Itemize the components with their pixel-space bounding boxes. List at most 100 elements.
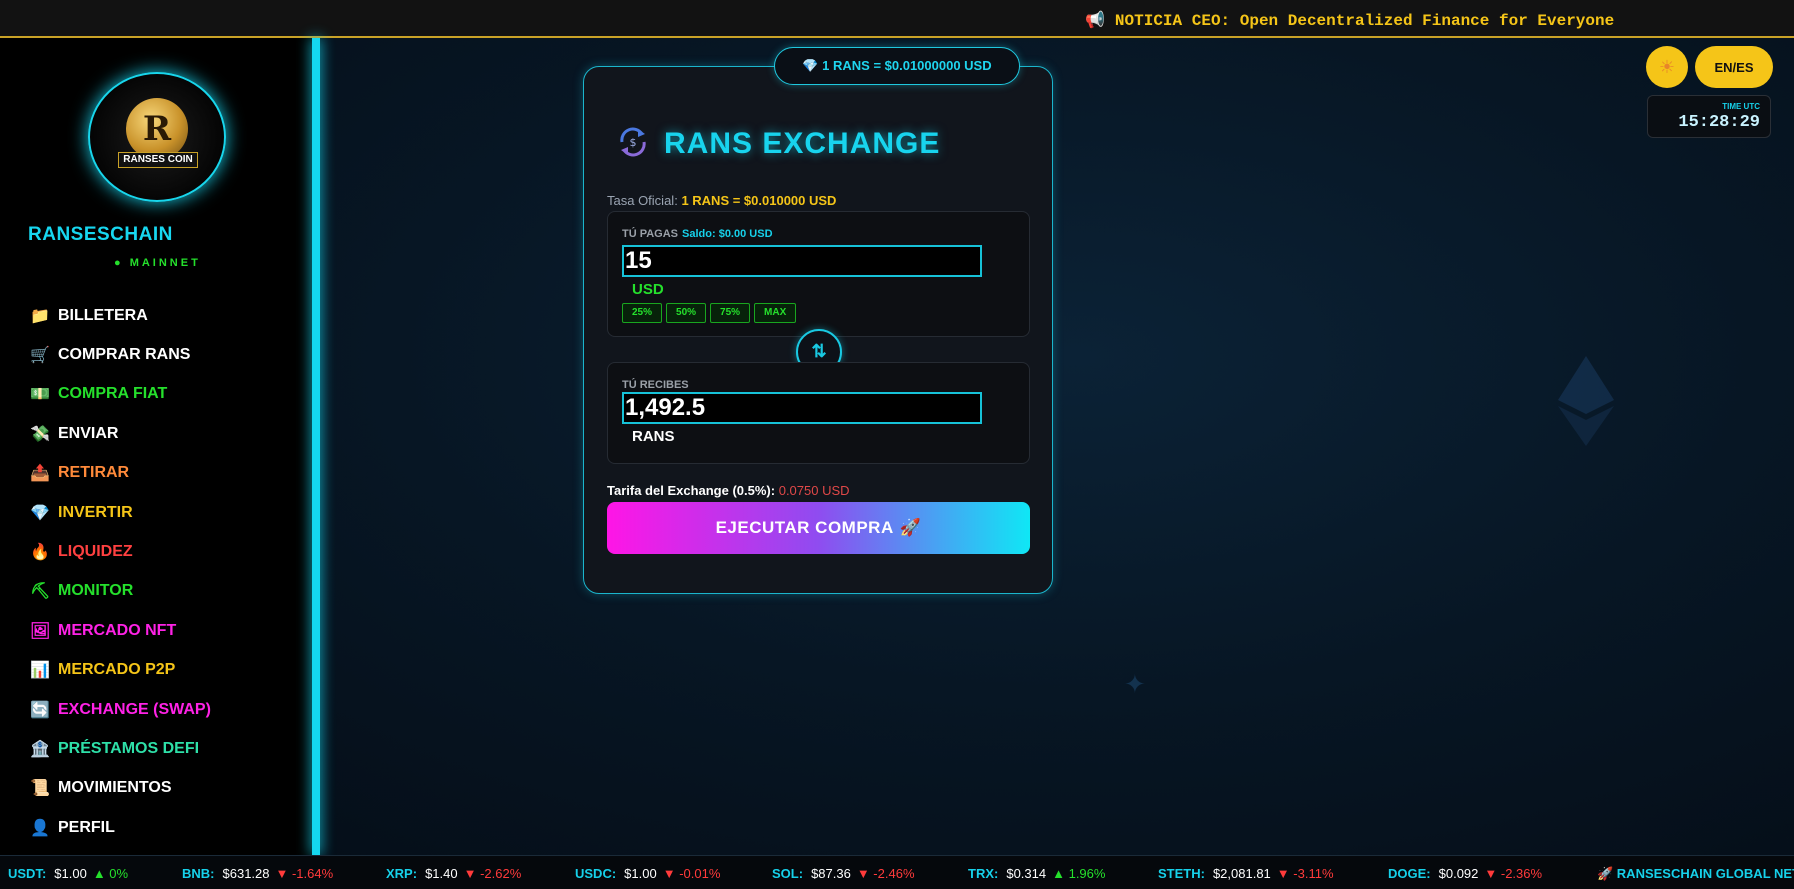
percent-button-max[interactable]: MAX [754,303,797,323]
ticker-symbol: SOL: [772,866,804,881]
ticker-price: $1.00 [54,866,87,881]
percent-buttons: 25% 50% 75% MAX [622,303,797,323]
ticker-symbol: BNB: [182,866,215,881]
network-status: ● MAINNET [114,257,201,269]
ticker-item: BNB: $631.28 ▼ -1.64% [182,866,333,881]
sidebar-item-label: COMPRA FIAT [58,385,168,403]
sidebar-item-icon: 💵 [30,386,50,404]
news-ticker: 📢 NOTICIA CEO: Open Decentralized Finance… [1085,10,1614,30]
sidebar-item-label: BILLETERA [58,306,148,324]
sidebar-item-retirar[interactable]: 📤 RETIRAR [30,454,211,493]
ticker-price: $1.40 [425,866,458,881]
sidebar-item-label: PRÉSTAMOS DEFI [58,739,200,757]
sidebar-item-mercado-nft[interactable]: 🖼 MERCADO NFT [30,611,211,650]
percent-button-75[interactable]: 75% [710,303,751,323]
logo-text: RANSES COIN [118,152,198,168]
ticker-symbol: DOGE: [1388,866,1431,881]
sidebar-item-icon: 💎 [30,504,50,522]
news-text: NOTICIA CEO: Open Decentralized Finance … [1114,12,1615,30]
sidebar-item-label: MOVIMIENTOS [58,779,172,797]
logo[interactable]: R RANSES COIN [88,72,226,202]
official-rate: Tasa Oficial: 1 RANS = $0.010000 USD [607,193,836,208]
exchange-title: RANS EXCHANGE [664,127,941,160]
ticker-price: $0.092 [1438,866,1479,881]
receive-label: TÚ RECIBES [622,379,689,391]
ticker-change: ▲ 1.96% [1052,866,1106,881]
ticker-symbol: XRP: [386,866,418,881]
sidebar-item-enviar[interactable]: 💸 ENVIAR [30,414,211,453]
megaphone-icon: 📢 [1085,12,1105,30]
news-bar: 📢 NOTICIA CEO: Open Decentralized Finance… [0,0,1794,38]
ticker-change: ▼ -1.64% [275,866,334,881]
ticker-price: $631.28 [222,866,270,881]
ticker-symbol: TRX: [968,866,999,881]
pay-unit: USD [632,281,664,298]
sidebar-item-pr-stamos-defi[interactable]: 🏦 PRÉSTAMOS DEFI [30,729,211,768]
sidebar-item-exchange-swap[interactable]: 🔄 EXCHANGE (SWAP) [30,690,211,729]
official-rate-label: Tasa Oficial: [607,193,678,208]
ethereum-icon [1558,356,1614,451]
sidebar-item-icon: 📤 [30,465,50,483]
sidebar-item-liquidez[interactable]: 🔥 LIQUIDEZ [30,532,211,571]
sidebar-item-label: MERCADO P2P [58,661,176,679]
ticker-change: ▼ -2.46% [856,866,915,881]
ticker-item: XRP: $1.40 ▼ -2.62% [386,866,521,881]
sidebar-item-invertir[interactable]: 💎 INVERTIR [30,493,211,532]
sidebar-item-icon: 🛒 [30,347,50,365]
brand-name: RANSESCHAIN [28,224,173,245]
percent-button-25[interactable]: 25% [622,303,663,323]
sidebar-item-icon: 🔥 [30,544,50,562]
rocket-icon: 🚀 [899,518,922,537]
utc-clock: TIME UTC 15:28:29 [1647,95,1771,138]
ticker-item: USDC: $1.00 ▼ -0.01% [575,866,720,881]
sun-icon: ☀ [1658,57,1676,77]
ticker-item: USDT: $1.00 ▲ 0% [8,866,128,881]
ticker-change: ▼ -0.01% [662,866,721,881]
receive-box: TÚ RECIBES RANS [607,362,1030,464]
ticker-change: ▲ 0% [92,866,129,881]
sidebar-item-compra-fiat[interactable]: 💵 COMPRA FIAT [30,375,211,414]
sidebar-item-perfil[interactable]: 👤 PERFIL [30,808,211,847]
sidebar-item-icon: 🏦 [30,740,50,758]
rate-pill: 💎 1 RANS = $0.01000000 USD [774,47,1020,85]
ticker-change: ▼ -2.36% [1484,866,1543,881]
percent-button-50[interactable]: 50% [666,303,707,323]
sparkle-icon: ✦ [1124,669,1146,699]
exchange-fee: Tarifa del Exchange (0.5%): 0.0750 USD [607,483,850,498]
clock-label: TIME UTC [1722,102,1760,111]
clock-time: 15:28:29 [1678,113,1760,132]
sidebar-item-icon: 📊 [30,662,50,680]
sidebar-item-label: RETIRAR [58,464,130,482]
ticker-change: ▼ -3.11% [1276,866,1334,881]
sidebar-item-label: ENVIAR [58,424,119,442]
sidebar-edge[interactable] [312,38,320,855]
sidebar-item-label: MONITOR [58,582,134,600]
sidebar-item-label: PERFIL [58,818,115,836]
pay-amount-input[interactable] [622,245,982,277]
sidebar-item-icon: 🖼 [30,622,51,640]
sidebar-item-label: MERCADO NFT [58,621,177,639]
sidebar-item-icon: ⛏ [30,583,51,601]
language-toggle-button[interactable]: EN/ES [1695,46,1773,88]
price-ticker: 🚀 RANSESCHAIN GLOBAL NET USDT: $1.00 ▲ 0% B… [0,855,1794,889]
theme-toggle-button[interactable]: ☀ [1646,46,1688,88]
execute-purchase-button[interactable]: EJECUTAR COMPRA 🚀 [607,502,1030,554]
sidebar-item-label: COMPRAR RANS [58,346,191,364]
exchange-card: $ RANS EXCHANGE Tasa Oficial: 1 RANS = $… [583,66,1053,594]
sidebar-item-comprar-rans[interactable]: 🛒 COMPRAR RANS [30,335,211,374]
ticker-symbol: USDC: [575,866,617,881]
fee-label: Tarifa del Exchange (0.5%): [607,483,776,498]
sidebar-item-billetera[interactable]: 📁 BILLETERA [30,296,211,335]
sidebar: R RANSES COIN RANSESCHAIN ● MAINNET 📁 BIL… [0,38,312,887]
official-rate-value: 1 RANS = $0.010000 USD [681,193,837,208]
ticker-item: TRX: $0.314 ▲ 1.96% [968,866,1105,881]
sidebar-item-mercado-p2p[interactable]: 📊 MERCADO P2P [30,651,211,690]
receive-amount-input[interactable] [622,392,982,424]
sidebar-item-movimientos[interactable]: 📜 MOVIMIENTOS [30,769,211,808]
fee-value: 0.0750 USD [778,483,850,498]
ticker-item: STETH: $2,081.81 ▼ -3.11% [1158,866,1334,881]
sidebar-item-icon: 📜 [30,780,50,798]
sidebar-item-monitor[interactable]: ⛏ MONITOR [30,572,211,611]
ticker-price: $1.00 [624,866,657,881]
ticker-price: $87.36 [811,866,851,881]
